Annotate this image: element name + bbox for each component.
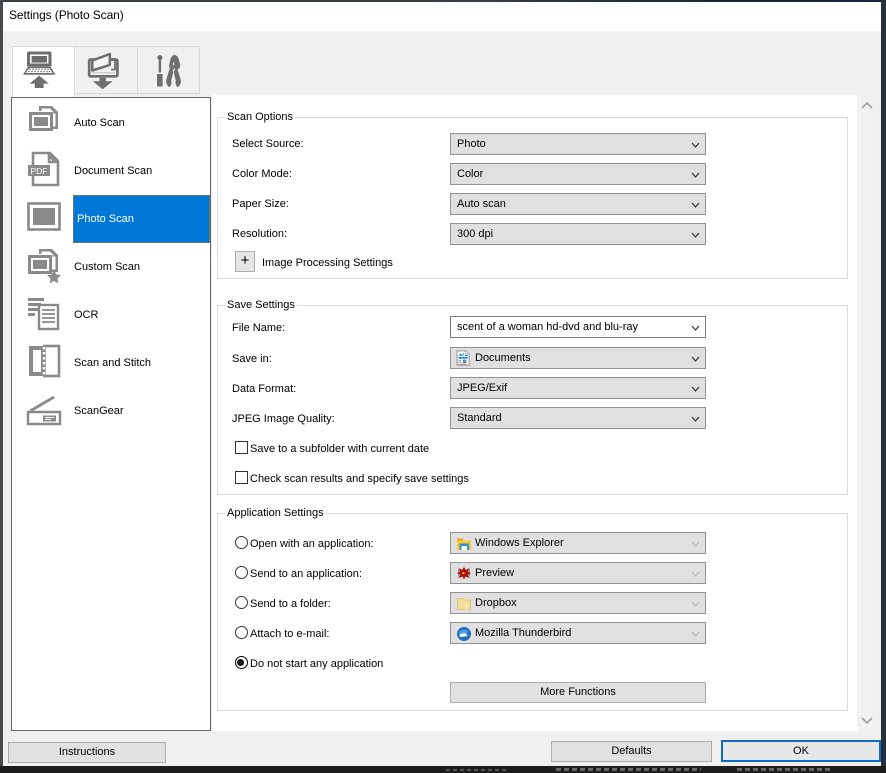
svg-text:PDF: PDF xyxy=(31,166,48,176)
